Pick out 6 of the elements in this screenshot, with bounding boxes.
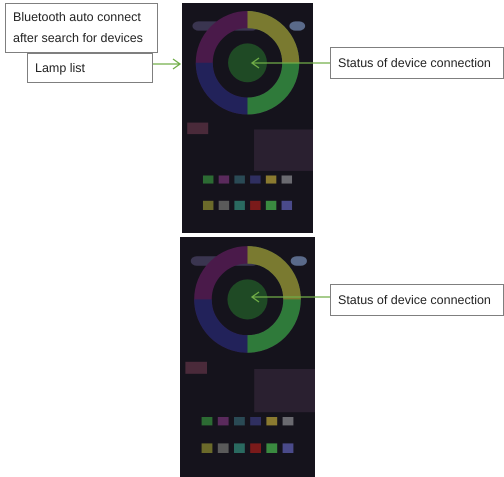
callout-text: after search for devices: [12, 30, 144, 47]
callout-text: Status of device connection: [337, 292, 492, 308]
callout-text: Lamp list: [34, 60, 86, 76]
callout-text: Status of device connection: [337, 54, 492, 72]
arrow: [153, 58, 182, 70]
callout-text: Bluetooth auto connect: [12, 9, 142, 26]
